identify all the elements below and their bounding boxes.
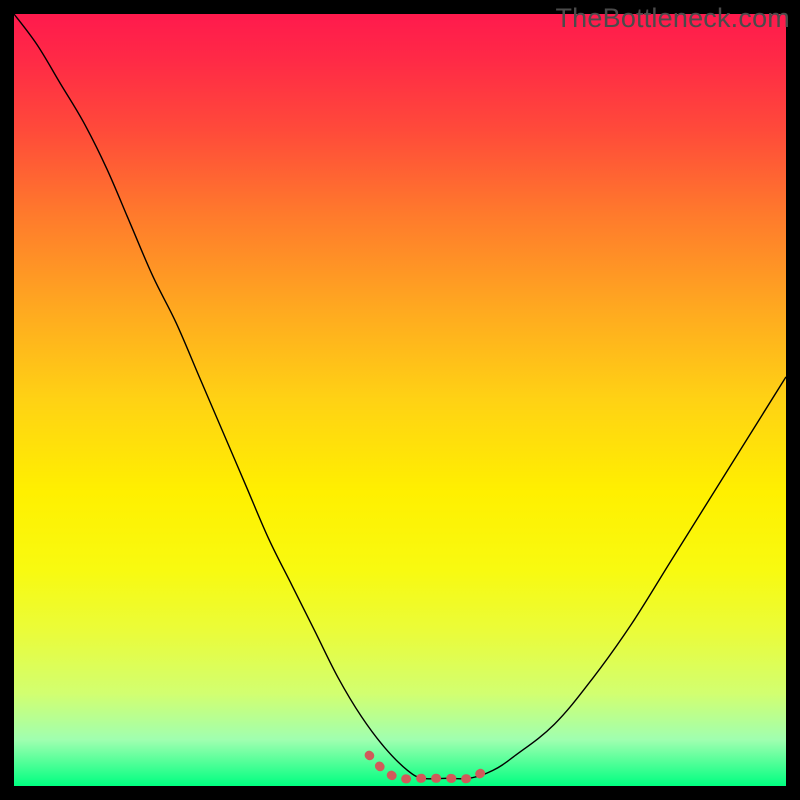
curve-layer — [14, 14, 786, 786]
optimal-range-highlight — [369, 755, 485, 779]
bottleneck-curve — [14, 14, 786, 779]
watermark-text: TheBottleneck.com — [555, 3, 790, 34]
chart-container: TheBottleneck.com — [0, 0, 800, 800]
